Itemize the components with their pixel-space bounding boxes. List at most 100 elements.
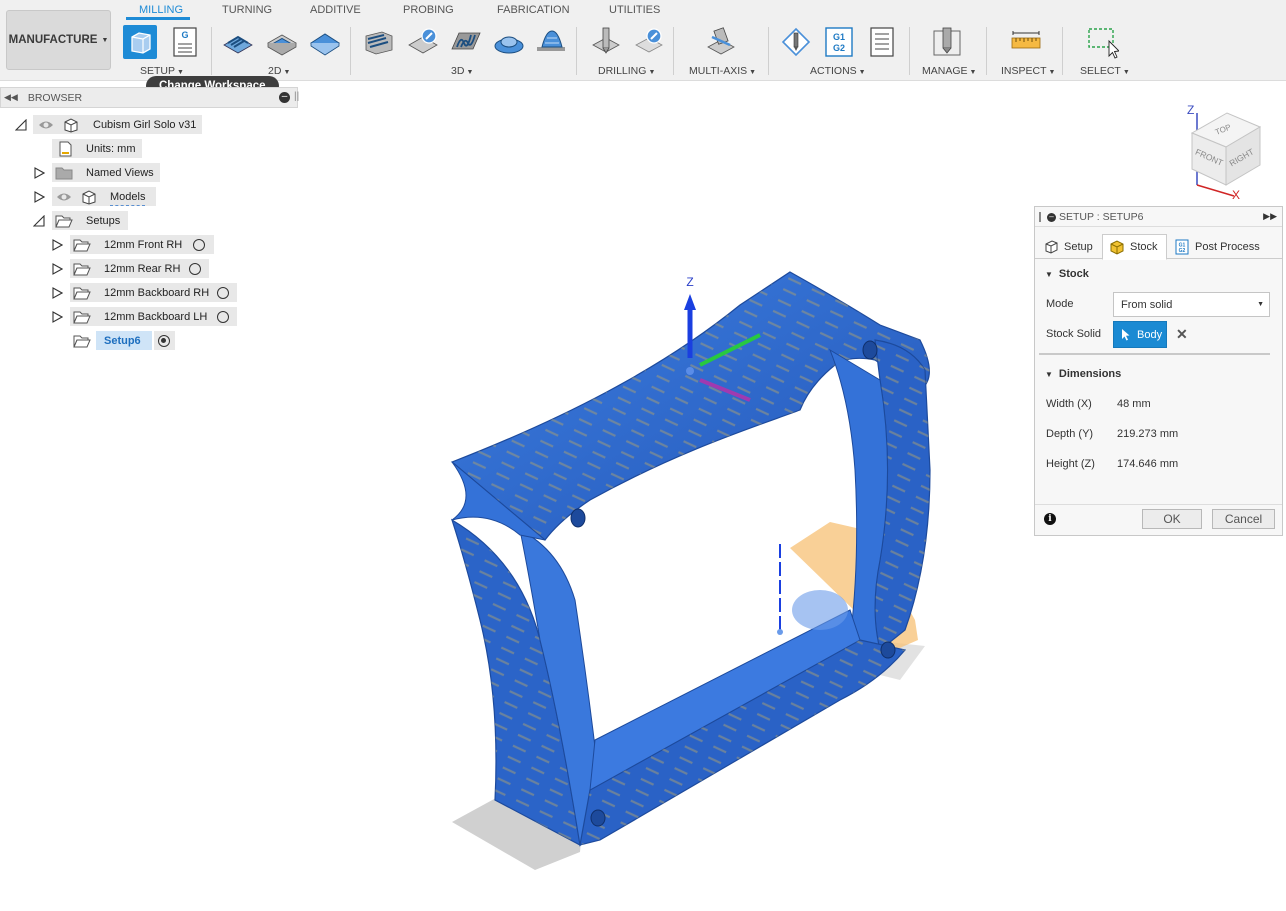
expand-setup-icon[interactable]	[51, 287, 63, 299]
height-value: 174.646 mm	[1117, 458, 1179, 470]
group-manage-menu[interactable]: MANAGE ▼	[922, 65, 976, 77]
hole-recognition-icon[interactable]	[632, 25, 666, 59]
toolbar-divider	[673, 27, 674, 75]
svg-text:G1: G1	[833, 32, 845, 42]
active-setup-radio[interactable]	[158, 335, 170, 347]
expand-models-icon[interactable]	[33, 191, 45, 203]
setup-folder-icon	[73, 285, 91, 301]
setups-label: Setups	[86, 215, 121, 227]
dimensions-section-header[interactable]: ▼ Dimensions	[1045, 368, 1121, 380]
activate-setup-radio[interactable]	[193, 239, 205, 251]
multi-axis-icon[interactable]	[704, 25, 738, 59]
expand-setup-icon[interactable]	[51, 239, 63, 251]
group-3d-menu[interactable]: 3D ▼	[451, 65, 473, 77]
expand-setup-icon[interactable]	[51, 263, 63, 275]
clear-selection-icon[interactable]: ✕	[1176, 326, 1188, 343]
tab-post-process[interactable]: G1 G2 Post Process	[1168, 234, 1268, 260]
2d-adaptive-icon[interactable]	[221, 25, 255, 59]
activate-setup-radio[interactable]	[217, 287, 229, 299]
collapse-panel-icon[interactable]: ◀◀	[4, 92, 18, 103]
workspace-label: MANUFACTURE	[8, 34, 98, 46]
minimize-browser-icon[interactable]: –	[279, 92, 290, 103]
collapse-setups-icon[interactable]	[33, 215, 45, 227]
stock-solid-selector[interactable]: Body	[1113, 321, 1167, 348]
tab-turning[interactable]: TURNING	[222, 4, 272, 16]
dialog-grip-icon[interactable]	[1039, 212, 1041, 222]
parallel-icon[interactable]	[492, 25, 526, 59]
visibility-eye-icon[interactable]	[56, 191, 72, 203]
stock-section-header[interactable]: ▼ Stock	[1045, 268, 1089, 280]
minimize-dialog-icon[interactable]: –	[1047, 213, 1056, 222]
2d-pocket-icon[interactable]	[265, 25, 299, 59]
change-workspace-button[interactable]: MANUFACTURE ▼	[6, 10, 111, 70]
cancel-button[interactable]: Cancel	[1212, 509, 1275, 529]
stock-solid-value: Body	[1137, 328, 1163, 341]
window-select-icon[interactable]	[1085, 25, 1119, 59]
open-folder-icon	[55, 213, 73, 229]
toolbar-divider	[576, 27, 577, 75]
contour-icon[interactable]	[449, 25, 483, 59]
depth-label: Depth (Y)	[1046, 428, 1094, 440]
setup-sheet-icon[interactable]	[865, 25, 899, 59]
scallop-icon[interactable]	[534, 25, 568, 59]
visibility-eye-icon[interactable]	[38, 119, 54, 131]
model-viewport[interactable]: Z	[300, 90, 1034, 911]
depth-value: 219.273 mm	[1117, 428, 1179, 440]
toolbar-divider	[909, 27, 910, 75]
group-multi-axis-menu[interactable]: MULTI-AXIS ▼	[689, 65, 756, 77]
toolbar-divider	[1062, 27, 1063, 75]
expand-named-views-icon[interactable]	[33, 167, 45, 179]
tab-milling[interactable]: MILLING	[139, 4, 183, 16]
z-axis-arrowhead	[684, 294, 696, 310]
tree-root-label: Cubism Girl Solo v31	[93, 119, 197, 131]
viewcube-x-axis	[1196, 184, 1235, 197]
viewcube-x-label: X	[1232, 188, 1240, 202]
new-setup-icon[interactable]	[123, 25, 157, 59]
tab-setup[interactable]: Setup	[1037, 234, 1101, 260]
tab-utilities[interactable]: UTILITIES	[609, 4, 660, 16]
ok-button[interactable]: OK	[1142, 509, 1202, 529]
group-drilling-menu[interactable]: DRILLING ▼	[598, 65, 655, 77]
3d-adaptive-icon[interactable]	[362, 25, 396, 59]
nc-program-icon[interactable]: G	[168, 25, 202, 59]
group-inspect-menu[interactable]: INSPECT ▼	[1001, 65, 1055, 77]
expand-setup-icon[interactable]	[51, 311, 63, 323]
group-2d-menu[interactable]: 2D ▼	[268, 65, 290, 77]
wcs-origin[interactable]	[686, 367, 694, 375]
setup-folder-icon	[73, 333, 91, 349]
viewcube-z-label: Z	[1187, 103, 1194, 117]
expand-dialog-icon[interactable]: ▶▶	[1263, 211, 1277, 222]
tab-fabrication[interactable]: FABRICATION	[497, 4, 570, 16]
3d-pocket-icon[interactable]	[406, 25, 440, 59]
tab-stock[interactable]: Stock	[1102, 234, 1167, 260]
units-document-icon	[56, 141, 74, 157]
bolt-hole	[862, 340, 878, 360]
chevron-down-icon: ▼	[101, 36, 109, 44]
svg-text:G: G	[181, 30, 188, 40]
info-icon[interactable]: i	[1044, 513, 1056, 525]
toolbar-divider	[768, 27, 769, 75]
activate-setup-radio[interactable]	[217, 311, 229, 323]
named-views-label: Named Views	[86, 167, 154, 179]
group-actions-menu[interactable]: ACTIONS ▼	[810, 65, 866, 77]
panel-grip-icon[interactable]: ||	[294, 91, 299, 102]
measure-icon[interactable]	[1009, 25, 1043, 59]
view-cube[interactable]: Z X TOP FRONT RIGHT	[1178, 98, 1268, 203]
folder-icon	[55, 165, 73, 181]
post-process-icon[interactable]: G1 G2	[822, 25, 856, 59]
cursor-arrow-icon	[1122, 329, 1130, 341]
mode-select[interactable]: From solid ▼	[1113, 292, 1270, 317]
collapse-root-icon[interactable]	[15, 119, 27, 131]
group-select-menu[interactable]: SELECT ▼	[1080, 65, 1130, 77]
setup-item-label: 12mm Backboard RH	[104, 287, 210, 299]
face-icon[interactable]	[308, 25, 342, 59]
dialog-title-bar[interactable]: – SETUP : SETUP6 ▶▶	[1035, 207, 1282, 227]
drill-icon[interactable]	[589, 25, 623, 59]
tool-library-icon[interactable]	[930, 25, 964, 59]
activate-setup-radio[interactable]	[189, 263, 201, 275]
setup-dialog: – SETUP : SETUP6 ▶▶ Setup Stock G1 G2 Pos…	[1034, 206, 1283, 536]
tab-probing[interactable]: PROBING	[403, 4, 454, 16]
simulate-icon[interactable]	[779, 25, 813, 59]
bolt-hole	[590, 809, 606, 827]
tab-additive[interactable]: ADDITIVE	[310, 4, 361, 16]
